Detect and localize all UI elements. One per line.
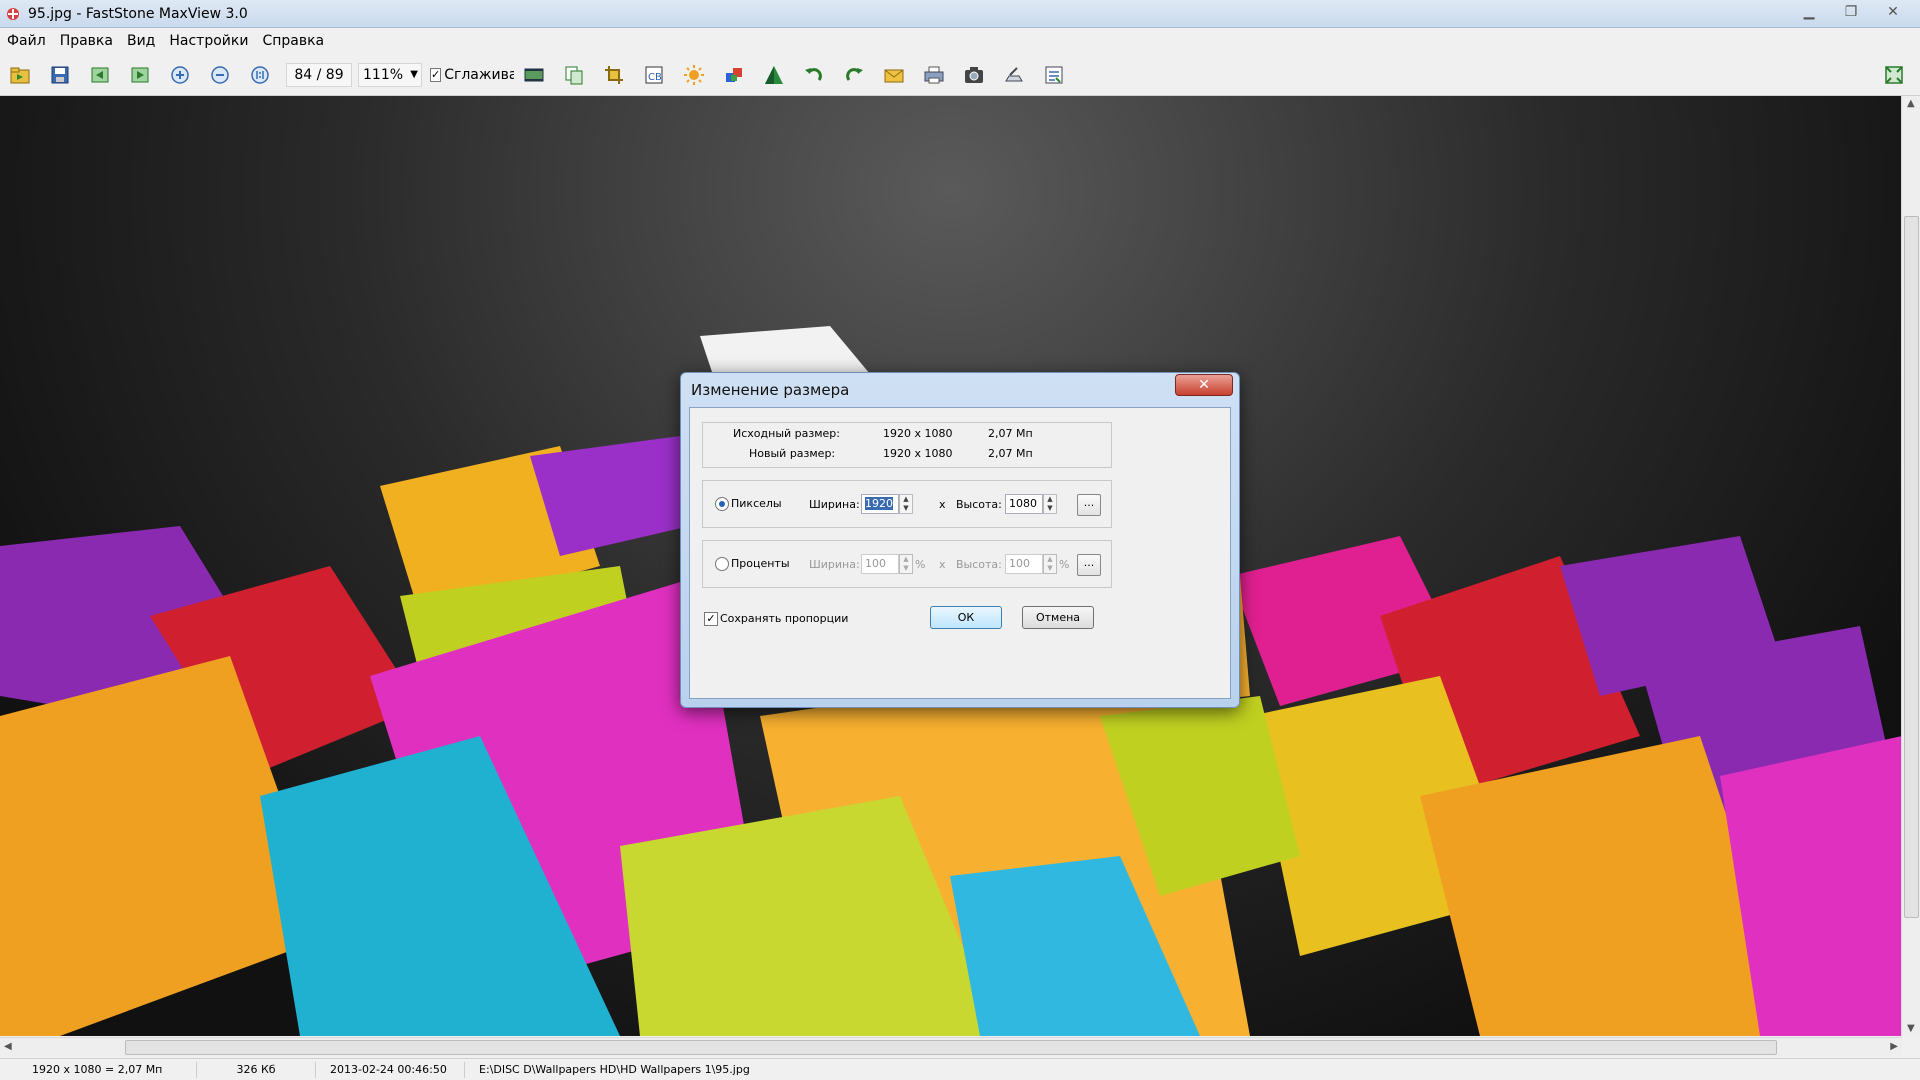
rotate-right-icon[interactable] [840,61,868,89]
percent-height-unit: % [1059,558,1070,571]
close-window-button[interactable]: ✕ [1874,2,1912,22]
actual-size-icon[interactable] [246,61,274,89]
zoom-select[interactable]: 111% ▼ [358,63,422,87]
width-label: Ширина: [809,498,860,511]
vertical-scrollbar[interactable]: ▲ ▼ [1901,96,1920,1036]
ok-button[interactable]: ОК [930,606,1002,629]
percent-presets-button[interactable]: ... [1077,554,1101,576]
copy-to-icon[interactable] [560,61,588,89]
menu-edit[interactable]: Правка [53,33,120,49]
toolbar: 84 / 89 111% ▼ ✓ Сглаживание CB [0,55,1920,96]
percent-height-label: Высота: [956,558,1002,571]
email-icon[interactable] [880,61,908,89]
original-size-label: Исходный размер: [733,427,840,440]
zoom-value: 111% [363,67,404,83]
image-counter: 84 / 89 [286,63,352,87]
horizontal-scrollbar[interactable]: ◀ ▶ [0,1037,1902,1056]
percent-width-unit: % [915,558,926,571]
keep-ratio-label: Сохранять пропорции [720,612,849,625]
settings-icon[interactable] [1040,61,1068,89]
new-size-label: Новый размер: [749,447,836,460]
size-info-group: Исходный размер: 1920 x 1080 2,07 Мп Нов… [702,422,1112,468]
new-size-mp: 2,07 Мп [988,447,1033,460]
status-date: 2013-02-24 00:46:50 [316,1062,465,1078]
menu-view[interactable]: Вид [120,33,162,49]
slideshow-icon[interactable] [520,61,548,89]
status-file-size: 326 Кб [197,1062,316,1078]
title-bar: 95.jpg - FastStone MaxView 3.0 ▁ ❐ ✕ [0,0,1920,28]
pixels-presets-button[interactable]: ... [1077,494,1101,516]
crop-icon[interactable] [600,61,628,89]
width-stepper[interactable]: ▲ ▼ [899,494,913,514]
menu-file[interactable]: Файл [0,33,53,49]
scanner-icon[interactable] [1000,61,1028,89]
cancel-button[interactable]: Отмена [1022,606,1094,629]
scroll-up-icon[interactable]: ▲ [1907,98,1915,109]
percent-height-stepper[interactable]: ▲ ▼ [1043,554,1057,574]
new-size-dims: 1920 x 1080 [883,447,953,460]
scroll-down-icon[interactable]: ▼ [1907,1023,1915,1034]
brightness-icon[interactable] [680,61,708,89]
percent-width-stepper[interactable]: ▲ ▼ [899,554,913,574]
color-balance-icon[interactable] [720,61,748,89]
next-image-icon[interactable] [126,61,154,89]
scroll-right-icon[interactable]: ▶ [1890,1041,1898,1052]
dialog-close-button[interactable]: ✕ [1175,374,1233,396]
menu-settings[interactable]: Настройки [162,33,255,49]
rotate-left-icon[interactable] [800,61,828,89]
menu-bar: Файл Правка Вид Настройки Справка [0,28,1920,54]
print-icon[interactable] [920,61,948,89]
previous-image-icon[interactable] [86,61,114,89]
vertical-scroll-thumb[interactable] [1904,216,1919,918]
app-icon [4,5,22,23]
percent-width-label: Ширина: [809,558,860,571]
open-folder-icon[interactable] [6,61,34,89]
restore-button[interactable]: ❐ [1832,2,1870,22]
dialog-body: Исходный размер: 1920 x 1080 2,07 Мп Нов… [689,407,1231,699]
width-input[interactable]: 1920 [861,494,899,514]
scroll-left-icon[interactable]: ◀ [4,1041,12,1052]
pixels-label: Пикселы [731,497,782,510]
percent-height-input[interactable]: 100 [1005,554,1043,574]
camera-icon[interactable] [960,61,988,89]
smoothing-checkbox[interactable]: ✓ Сглаживание [430,67,514,83]
dialog-title: Изменение размера [691,381,850,399]
height-stepper[interactable]: ▲ ▼ [1043,494,1057,514]
percent-radio[interactable] [715,557,729,571]
save-icon[interactable] [46,61,74,89]
percent-label: Проценты [731,557,790,570]
original-size-dims: 1920 x 1080 [883,427,953,440]
menu-help[interactable]: Справка [255,33,331,49]
sharpen-icon[interactable] [760,61,788,89]
percent-times-sign: x [939,558,946,571]
pixels-group: Пикселы Ширина: 1920 ▲ ▼ x Высота: 1080 ▲… [702,480,1112,528]
status-path: E:\DISC D\Wallpapers HD\HD Wallpapers 1\… [479,1063,750,1076]
window-title: 95.jpg - FastStone MaxView 3.0 [28,5,248,22]
status-dimensions: 1920 x 1080 = 2,07 Мп [0,1062,197,1078]
svg-text:CB: CB [648,72,662,83]
smoothing-check-mark: ✓ [430,68,442,82]
resize-dialog: Изменение размера ✕ Исходный размер: 192… [680,372,1240,708]
horizontal-scroll-thumb[interactable] [125,1040,1777,1055]
original-size-mp: 2,07 Мп [988,427,1033,440]
minimize-button[interactable]: ▁ [1790,2,1828,22]
zoom-in-icon[interactable] [166,61,194,89]
width-input-value: 1920 [865,497,893,510]
zoom-out-icon[interactable] [206,61,234,89]
chevron-down-icon: ▼ [410,69,418,80]
smoothing-label: Сглаживание [444,67,514,83]
height-label: Высота: [956,498,1002,511]
pixels-radio[interactable] [715,497,729,511]
percent-group: Проценты Ширина: 100 ▲ ▼ % x Высота: 100 … [702,540,1112,588]
times-sign: x [939,498,946,511]
fullscreen-icon[interactable] [1880,61,1908,89]
height-input[interactable]: 1080 [1005,494,1043,514]
keep-ratio-checkbox[interactable]: ✓ [704,612,718,626]
adjust-colors-icon[interactable]: CB [640,61,668,89]
percent-width-input[interactable]: 100 [861,554,899,574]
status-bar: 1920 x 1080 = 2,07 Мп 326 Кб 2013-02-24 … [0,1058,1920,1080]
